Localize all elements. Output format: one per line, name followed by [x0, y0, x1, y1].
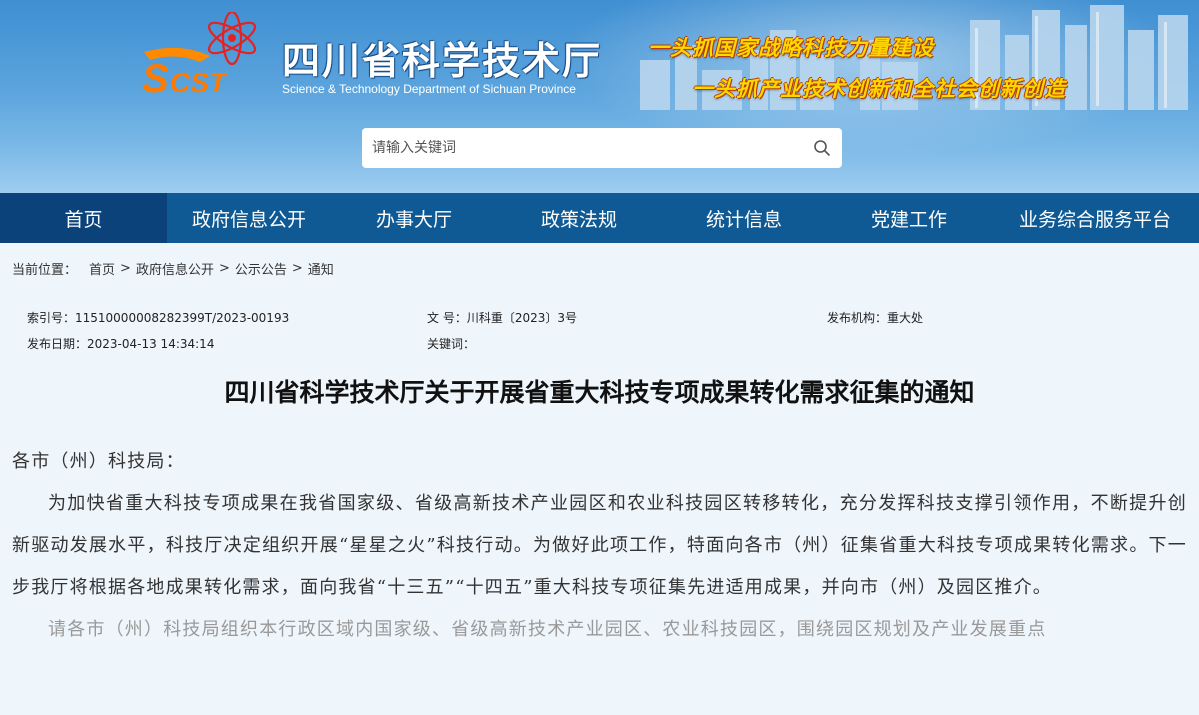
breadcrumb: 当前位置： 首页 > 政府信息公开 > 公示公告 > 通知 [0, 243, 1199, 293]
breadcrumb-link-gov-info[interactable]: 政府信息公开 [136, 259, 214, 278]
nav-item-statistics[interactable]: 统计信息 [661, 193, 827, 243]
scst-logo: S CST [142, 12, 257, 97]
breadcrumb-label: 当前位置： [12, 262, 78, 278]
breadcrumb-link-home[interactable]: 首页 [89, 259, 115, 278]
search-box [362, 128, 842, 168]
search-button[interactable] [802, 128, 842, 168]
breadcrumb-separator: > [120, 260, 131, 276]
site-subtitle: Science & Technology Department of Sichu… [282, 82, 576, 96]
meta-date: 发布日期：2023-04-13 14:34:14 [27, 337, 215, 351]
meta-index-no: 索引号：11510000008282399T/2023-00193 [27, 311, 290, 325]
article-title: 四川省科学技术厅关于开展省重大科技专项成果转化需求征集的通知 [224, 378, 975, 407]
svg-text:CST: CST [170, 67, 229, 97]
breadcrumb-separator: > [291, 260, 303, 276]
main-nav: 首页 政府信息公开 办事大厅 政策法规 统计信息 党建工作 业务综合服务平台 [0, 193, 1199, 243]
breadcrumb-separator: > [218, 260, 230, 276]
breadcrumb-link-notices[interactable]: 通知 [308, 259, 334, 278]
meta-doc-no: 文 号：川科重〔2023〕3号 [427, 311, 577, 325]
meta-publisher: 发布机构：重大处 [827, 311, 924, 325]
slogan-line-2: 一头抓产业技术创新和全社会创新创造 [692, 77, 1066, 101]
nav-item-service-platform[interactable]: 业务综合服务平台 [991, 193, 1199, 243]
nav-item-policy[interactable]: 政策法规 [497, 193, 661, 243]
article-salutation: 各市（州）科技局： [12, 451, 185, 472]
nav-item-gov-info[interactable]: 政府信息公开 [167, 193, 331, 243]
search-icon [814, 140, 830, 156]
article-paragraph: 请各市（州）科技局组织本行政区域内国家级、省级高新技术产业园区、农业科技园区，围… [48, 619, 1047, 640]
nav-item-party[interactable]: 党建工作 [827, 193, 991, 243]
article-body: 各市（州）科技局： 为加快省重大科技专项成果在我省国家级、省级高新技术产业园区和… [0, 441, 1199, 651]
site-title: 四川省科学技术厅 [282, 38, 603, 83]
slogan-line-1: 一头抓国家战略科技力量建设 [648, 36, 934, 60]
nav-item-service-hall[interactable]: 办事大厅 [331, 193, 497, 243]
document-meta: 索引号：11510000008282399T/2023-00193 文 号：川科… [0, 293, 1199, 363]
meta-keywords: 关键词： [427, 337, 476, 351]
search-input[interactable] [362, 140, 802, 156]
article-paragraph: 为加快省重大科技专项成果在我省国家级、省级高新技术产业园区和农业科技园区转移转化… [12, 493, 1187, 598]
svg-text:S: S [142, 57, 169, 97]
nav-item-home[interactable]: 首页 [0, 193, 167, 243]
breadcrumb-link-announcements[interactable]: 公示公告 [235, 259, 287, 278]
site-header: S CST 四川省科学技术厅 Science & Technology Depa… [0, 0, 1199, 193]
